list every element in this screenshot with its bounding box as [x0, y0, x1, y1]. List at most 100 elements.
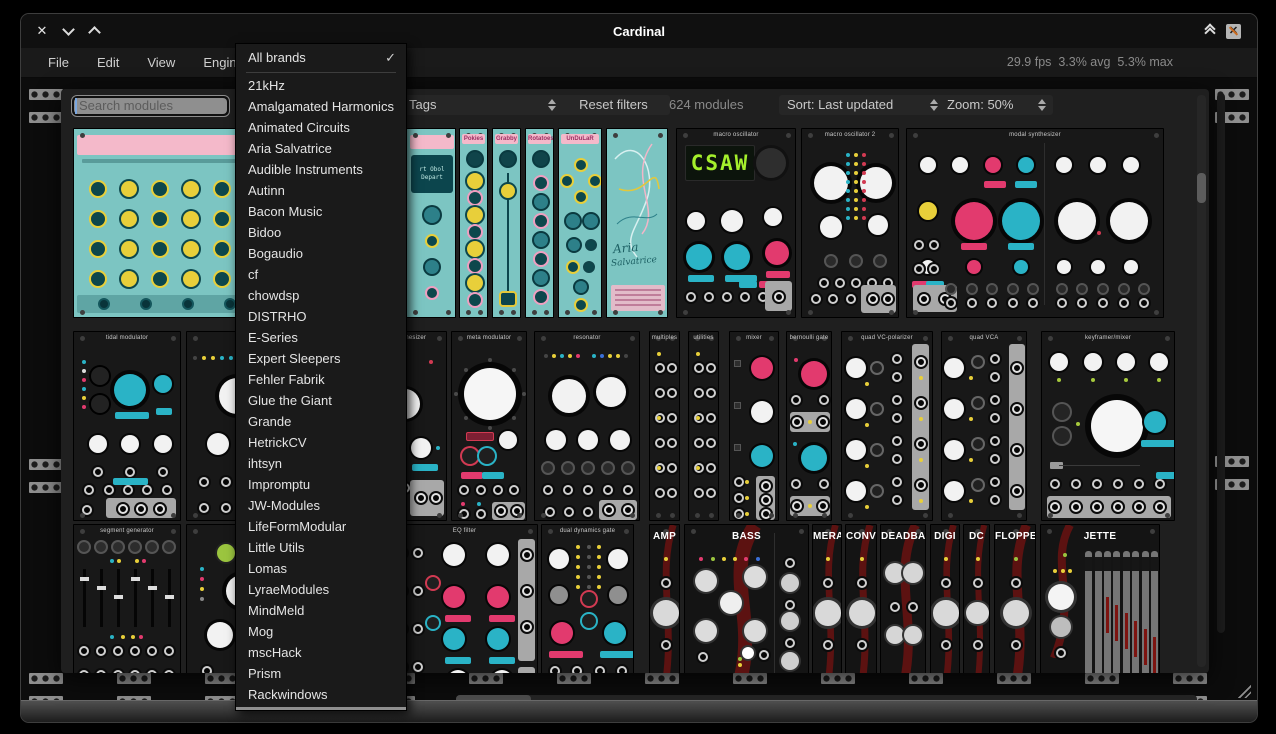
brand-menu-item[interactable]: mscHack	[236, 642, 406, 663]
module-tile-quad-vca[interactable]: quad VCA	[941, 331, 1027, 521]
brand-menu-item[interactable]: Audible Instruments	[236, 159, 406, 180]
module-tile-quad-vc-polarizer[interactable]: quad VC-polarizer	[841, 331, 933, 521]
menu-scrollbar[interactable]	[236, 707, 406, 710]
brand-menu-item[interactable]: 21kHz	[236, 75, 406, 96]
rack-vscrollbar-track[interactable]	[1217, 93, 1225, 633]
module-tile-bass[interactable]: BASS	[684, 524, 809, 673]
module-tile[interactable]: rt ObolDepart	[406, 128, 456, 318]
module-tile-conv[interactable]: CONV	[845, 524, 877, 673]
module-tile-modal-synthesizer[interactable]: modal synthesizer	[906, 128, 1164, 318]
module-decor	[1041, 525, 1159, 673]
brand-menu-item[interactable]: LyraeModules	[236, 579, 406, 600]
brand-menu-item[interactable]: Glue the Giant	[236, 390, 406, 411]
module-decor	[931, 525, 959, 673]
module-title: modal synthesizer	[907, 132, 1163, 138]
module-tile-bernoulli-gate[interactable]: bernoulli gate	[786, 331, 832, 521]
brand-menu-item[interactable]: Impromptu	[236, 474, 406, 495]
module-tile-meta-modulator[interactable]: meta modulator	[451, 331, 527, 521]
module-tile-undular[interactable]: UnDuLaR	[558, 128, 602, 318]
module-tile-segment-generator[interactable]: segment generator	[73, 524, 181, 673]
module-tile-grabby[interactable]: Grabby	[492, 128, 521, 318]
brand-menu-item[interactable]: cf	[236, 264, 406, 285]
module-title: Rotatoes	[528, 134, 551, 144]
brand-menu-item[interactable]: HetrickCV	[236, 432, 406, 453]
module-tile-deadband[interactable]: DEADBAND	[880, 524, 926, 673]
brand-menu-item[interactable]: JW-Modules	[236, 495, 406, 516]
brand-menu-item[interactable]: Aria Salvatrice	[236, 138, 406, 159]
module-decor	[964, 525, 989, 673]
brand-menu-item[interactable]: Expert Sleepers	[236, 348, 406, 369]
module-tile-multiples[interactable]: multiples	[649, 331, 680, 521]
module-tile-dual-dynamics-gate[interactable]: dual dynamics gate	[541, 524, 634, 673]
brand-menu-item[interactable]: Animated Circuits	[236, 117, 406, 138]
module-title: DEADBAND	[881, 531, 925, 542]
brand-menu-item-all-brands[interactable]: All brands ✓	[236, 47, 406, 68]
module-tile-tidal-modulator[interactable]: tidal modulator	[73, 331, 181, 521]
module-decor	[942, 332, 1026, 520]
module-title: macro oscillator 2	[802, 132, 898, 138]
module-decor	[650, 332, 679, 520]
module-tile-mixer[interactable]: mixer	[729, 331, 779, 521]
module-tile[interactable]: AriaSalvatrice	[606, 128, 668, 318]
menubar-item-file[interactable]: File	[37, 48, 80, 77]
brand-menu-item[interactable]: Grande	[236, 411, 406, 432]
module-tile-mera[interactable]: MERA	[812, 524, 842, 673]
module-decor: AriaSalvatrice	[607, 129, 667, 317]
module-tile-eq-filter[interactable]: EQ filter	[391, 524, 538, 673]
module-decor	[493, 129, 520, 317]
module-decor: CSAW	[677, 129, 795, 317]
brand-menu-item[interactable]: MindMeld	[236, 600, 406, 621]
brand-menu-item[interactable]: ihtsyn	[236, 453, 406, 474]
module-decor	[730, 332, 778, 520]
module-decor	[813, 525, 841, 673]
module-title: JETTE	[1041, 531, 1159, 542]
brand-menu-item[interactable]: Little Utils	[236, 537, 406, 558]
module-decor	[526, 129, 553, 317]
module-tile-resonator[interactable]: resonator	[534, 331, 640, 521]
module-title: segment generator	[74, 528, 180, 534]
brand-menu-item[interactable]: LifeFormModular	[236, 516, 406, 537]
module-tile-keyframer-mixer[interactable]: keyframer/mixer	[1041, 331, 1175, 521]
brand-menu-item[interactable]: Bidoo	[236, 222, 406, 243]
module-tile-dc[interactable]: DC	[963, 524, 990, 673]
module-decor	[846, 525, 876, 673]
menubar-item-edit[interactable]: Edit	[86, 48, 130, 77]
brand-menu-item[interactable]: Mog	[236, 621, 406, 642]
brand-menu-item[interactable]: Rackwindows	[236, 684, 406, 705]
brand-menu-item[interactable]: Lomas	[236, 558, 406, 579]
module-title: EQ filter	[392, 528, 537, 534]
brand-menu-item[interactable]: DISTRHO	[236, 306, 406, 327]
collapse-icon[interactable]	[1206, 27, 1214, 35]
module-tile-jette[interactable]: JETTE	[1040, 524, 1160, 673]
brand-menu-item[interactable]: Fehler Fabrik	[236, 369, 406, 390]
module-title: AMP	[650, 531, 679, 542]
brand-menu-item[interactable]: Prism	[236, 663, 406, 684]
brand-menu-item[interactable]: E-Series	[236, 327, 406, 348]
module-decor	[650, 525, 679, 673]
brand-menu-item[interactable]: Amalgamated Harmonics	[236, 96, 406, 117]
module-decor	[787, 332, 831, 520]
module-title: BASS	[685, 531, 808, 542]
browser-scrollbar-handle[interactable]	[1197, 173, 1206, 203]
module-tile-pokies[interactable]: Pokies	[459, 128, 488, 318]
module-tile-macro-oscillator[interactable]: macro oscillatorCSAW	[676, 128, 796, 318]
module-decor	[995, 525, 1035, 673]
module-decor	[535, 332, 639, 520]
menubar-item-view[interactable]: View	[136, 48, 186, 77]
module-tile-rotatoes[interactable]: Rotatoes	[525, 128, 554, 318]
module-decor	[881, 525, 925, 673]
brand-menu-item[interactable]: Bacon Music	[236, 201, 406, 222]
app-window: ✕ Cardinal ✕ FileEditViewEngineHelp29.9 …	[20, 13, 1258, 723]
module-title: quad VC-polarizer	[842, 335, 932, 341]
brand-menu-item[interactable]: Autinn	[236, 180, 406, 201]
module-tile-utilities[interactable]: utilities	[688, 331, 719, 521]
brand-menu-item[interactable]: chowdsp	[236, 285, 406, 306]
module-decor	[1042, 332, 1174, 520]
module-tile-flopper[interactable]: FLOPPER	[994, 524, 1036, 673]
module-tile-amp[interactable]: AMP	[649, 524, 680, 673]
module-tile-digi[interactable]: DIGI	[930, 524, 960, 673]
module-tile-macro-oscillator-2[interactable]: macro oscillator 2	[801, 128, 899, 318]
module-decor	[542, 525, 633, 673]
menu-separator	[246, 72, 396, 73]
brand-menu-item[interactable]: Bogaudio	[236, 243, 406, 264]
